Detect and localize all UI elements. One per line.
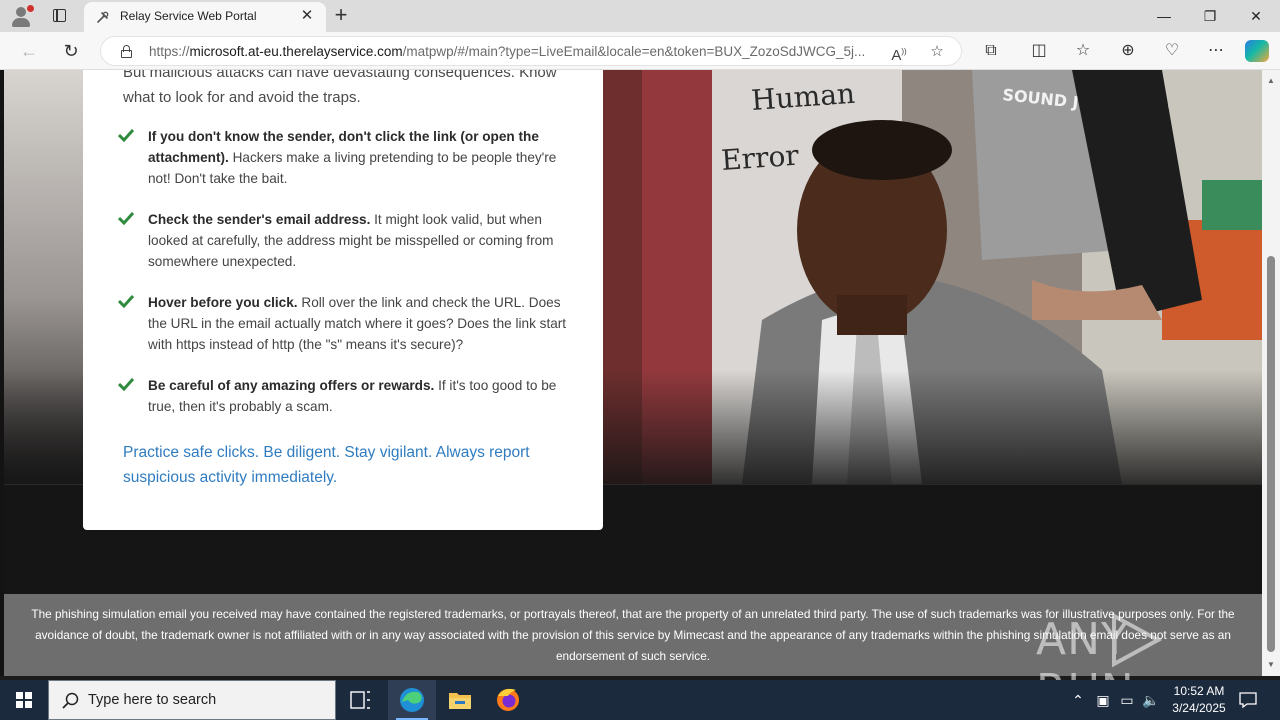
url-text[interactable]: https://microsoft.at-eu.therelayservice.… — [149, 44, 881, 59]
clock-time: 10:52 AM — [1173, 684, 1225, 698]
checkmark-icon — [118, 211, 134, 225]
anyrun-watermark: ANY RUN — [1036, 608, 1236, 716]
page-viewport: Human Error SOUND JUDGMENT But malicious… — [0, 70, 1262, 676]
split-screen-icon[interactable]: ◫ — [1027, 39, 1051, 63]
firefox-icon[interactable] — [484, 680, 532, 720]
clock-date: 3/24/2025 — [1172, 701, 1226, 715]
more-menu-icon[interactable]: ⋯ — [1204, 39, 1228, 63]
taskbar-search-box[interactable]: Type here to search — [48, 680, 336, 720]
windows-start-icon[interactable] — [0, 680, 48, 720]
tab-title: Relay Service Web Portal — [120, 9, 257, 23]
tip-heading: Hover before you click. — [148, 295, 298, 310]
minimize-button[interactable]: — — [1141, 0, 1187, 32]
scroll-down-icon[interactable]: ▼ — [1266, 660, 1276, 670]
close-window-button[interactable]: ✕ — [1233, 0, 1279, 32]
tab-actions-icon[interactable] — [48, 6, 70, 26]
tab-relay-service[interactable]: Relay Service Web Portal ✕ — [84, 2, 326, 32]
checkmark-icon — [118, 128, 134, 142]
refresh-icon[interactable]: ↻ — [58, 39, 84, 63]
checkmark-icon — [118, 294, 134, 308]
scroll-thumb[interactable] — [1267, 256, 1275, 652]
device-icon[interactable]: ▣ — [1093, 690, 1113, 710]
edge-taskbar-icon[interactable] — [388, 680, 436, 720]
volume-icon[interactable]: 🔈 — [1141, 690, 1161, 710]
copilot-icon[interactable] — [1245, 40, 1269, 62]
system-clock[interactable]: 10:52 AM 3/24/2025 — [1160, 683, 1238, 717]
relay-favicon-icon — [97, 11, 109, 23]
search-placeholder: Type here to search — [88, 692, 217, 708]
favorite-star-icon[interactable]: ☆ — [927, 42, 947, 62]
notification-icon[interactable] — [1238, 690, 1258, 710]
close-tab-icon[interactable]: ✕ — [298, 7, 316, 25]
tab-strip: Relay Service Web Portal ✕ + — ❐ ✕ — [0, 0, 1280, 32]
extensions-icon[interactable]: ⧉ — [979, 39, 1003, 63]
checkmark-icon — [118, 377, 134, 391]
tray-chevron-icon[interactable]: ⌃ — [1068, 690, 1088, 710]
task-view-icon[interactable] — [336, 680, 384, 720]
intro-text: But malicious attacks can have devastati… — [123, 70, 557, 106]
tip-heading: Be careful of any amazing offers or rewa… — [148, 378, 435, 393]
tip-heading: Check the sender's email address. — [148, 212, 371, 227]
search-icon — [62, 692, 79, 709]
phishing-tips-card: But malicious attacks can have devastati… — [83, 70, 603, 530]
windows-taskbar: Type here to search ⌃ ▣ ▭ 🔈 10:52 AM 3/2… — [0, 680, 1280, 720]
profile-avatar-icon[interactable] — [8, 4, 34, 28]
page-scrollbar[interactable]: ▲ ▼ — [1262, 70, 1280, 676]
browser-toolbar: ← ↻ https://microsoft.at-eu.therelayserv… — [0, 32, 1280, 70]
collections-icon[interactable]: ⊕ — [1116, 39, 1140, 63]
browser-essentials-icon[interactable]: ♡ — [1160, 39, 1184, 63]
address-bar[interactable]: https://microsoft.at-eu.therelayservice.… — [100, 36, 962, 66]
lock-icon[interactable] — [121, 45, 132, 58]
closing-message: Practice safe clicks. Be diligent. Stay … — [123, 444, 530, 486]
read-aloud-icon[interactable]: A)) — [889, 42, 909, 64]
shirt-text-error: Error — [720, 139, 800, 177]
favorites-icon[interactable]: ☆ — [1071, 39, 1095, 63]
network-icon[interactable]: ▭ — [1117, 690, 1137, 710]
new-tab-button[interactable]: + — [330, 4, 352, 26]
scroll-up-icon[interactable]: ▲ — [1266, 76, 1276, 86]
file-explorer-icon[interactable] — [436, 680, 484, 720]
restore-button[interactable]: ❐ — [1187, 0, 1233, 32]
back-arrow-icon[interactable]: ← — [16, 39, 42, 63]
